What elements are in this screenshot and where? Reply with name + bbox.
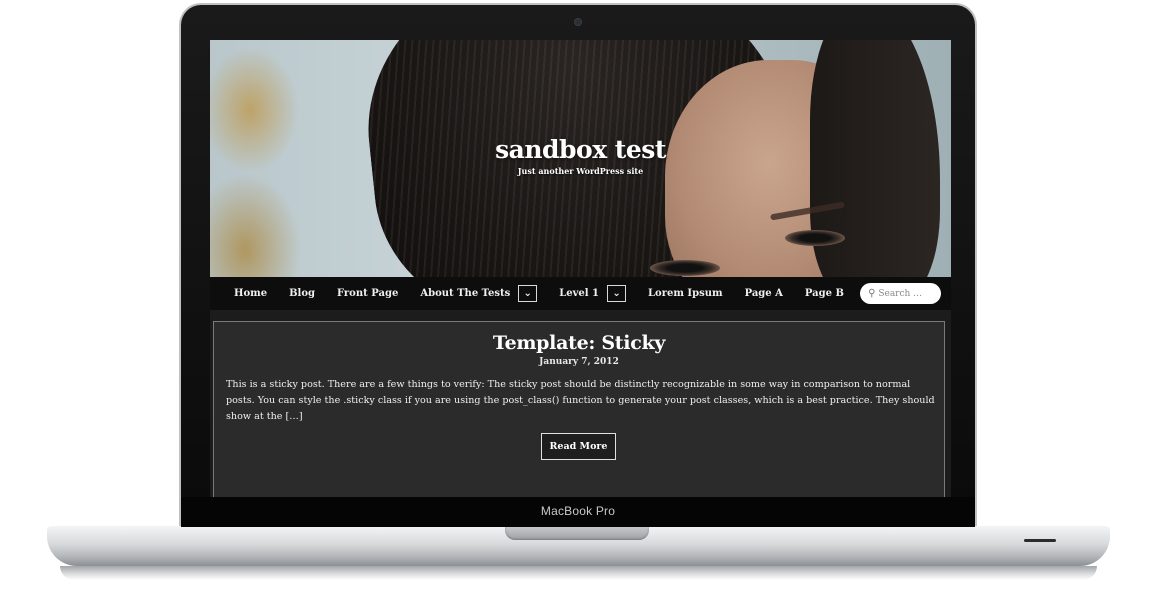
- nav-item-label: Blog: [289, 288, 315, 299]
- post-title[interactable]: Template: Sticky: [214, 332, 944, 354]
- sticky-post: Template: Sticky January 7, 2012 This is…: [213, 321, 945, 497]
- nav-item-about-the-tests[interactable]: About The Tests ⌄: [409, 285, 548, 302]
- post-excerpt: This is a sticky post. There are a few t…: [226, 379, 935, 422]
- nav-item-lorem-ipsum[interactable]: Lorem Ipsum: [637, 288, 734, 299]
- nav-item-label: Level 1: [559, 288, 600, 299]
- indicator-slot: [1024, 539, 1056, 542]
- header-photo-eye: [650, 260, 720, 276]
- header-image: sandbox test Just another WordPress site: [210, 40, 951, 277]
- nav-item-home[interactable]: Home: [223, 288, 278, 299]
- content-area: Template: Sticky January 7, 2012 This is…: [210, 310, 951, 497]
- nav-item-label: Lorem Ipsum: [648, 288, 723, 299]
- submenu-toggle-chevron-down-icon[interactable]: ⌄: [607, 285, 627, 302]
- submenu-toggle-chevron-down-icon[interactable]: ⌄: [518, 285, 538, 302]
- nav-item-label: Home: [234, 288, 268, 299]
- screen-bezel-bottom: MacBook Pro: [181, 497, 975, 527]
- nav-item-blog[interactable]: Blog: [278, 288, 326, 299]
- read-more-button[interactable]: Read More: [541, 433, 616, 460]
- laptop-screen: sandbox test Just another WordPress site…: [210, 40, 951, 497]
- lid-notch: [505, 526, 649, 540]
- nav-item-front-page[interactable]: Front Page: [326, 288, 409, 299]
- site-title[interactable]: sandbox test: [210, 135, 951, 164]
- header-photo-eye: [785, 230, 845, 246]
- nav-item-page-a[interactable]: Page A: [734, 288, 794, 299]
- nav-item-page-b[interactable]: Page B: [794, 288, 855, 299]
- nav-item-level-1[interactable]: Level 1 ⌄: [548, 285, 637, 302]
- webcam: [575, 19, 581, 25]
- search-icon: ⚲: [868, 288, 876, 299]
- nav-item-label: Front Page: [336, 288, 399, 299]
- search-input[interactable]: [878, 288, 935, 299]
- post-date[interactable]: January 7, 2012: [214, 357, 944, 367]
- search-box[interactable]: ⚲: [860, 283, 941, 304]
- laptop-shadow: [60, 566, 1097, 580]
- nav-item-label: About The Tests: [420, 288, 511, 299]
- nav-item-label: Page A: [744, 288, 783, 299]
- model-label: MacBook Pro: [540, 504, 616, 518]
- main-navigation: Home Blog Front Page About The Tests ⌄ Level …: [210, 277, 951, 310]
- nav-item-label: Page B: [804, 288, 844, 299]
- site-tagline: Just another WordPress site: [517, 166, 644, 176]
- nav-menu: Home Blog Front Page About The Tests ⌄ Level …: [223, 277, 855, 310]
